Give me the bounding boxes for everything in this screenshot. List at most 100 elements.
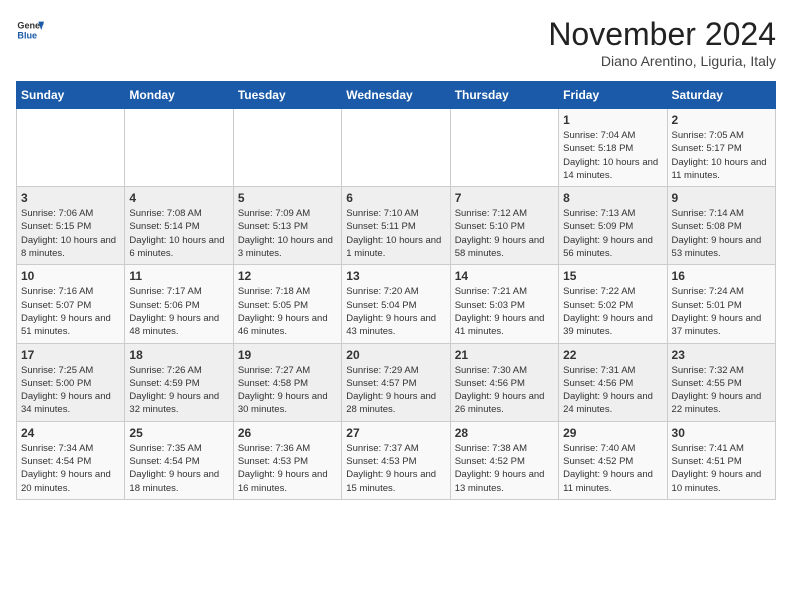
day-info: Sunrise: 7:04 AM Sunset: 5:18 PM Dayligh…: [563, 129, 662, 182]
day-of-week-header: Friday: [559, 82, 667, 109]
day-info: Sunrise: 7:18 AM Sunset: 5:05 PM Dayligh…: [238, 285, 337, 338]
day-number: 13: [346, 269, 445, 283]
calendar-table: SundayMondayTuesdayWednesdayThursdayFrid…: [16, 81, 776, 500]
day-number: 18: [129, 348, 228, 362]
day-info: Sunrise: 7:40 AM Sunset: 4:52 PM Dayligh…: [563, 442, 662, 495]
calendar-day-cell: 12 Sunrise: 7:18 AM Sunset: 5:05 PM Dayli…: [233, 265, 341, 343]
calendar-day-cell: 14 Sunrise: 7:21 AM Sunset: 5:03 PM Dayli…: [450, 265, 558, 343]
day-number: 20: [346, 348, 445, 362]
day-info: Sunrise: 7:12 AM Sunset: 5:10 PM Dayligh…: [455, 207, 554, 260]
day-of-week-header: Tuesday: [233, 82, 341, 109]
day-number: 24: [21, 426, 120, 440]
calendar-day-cell: 9Sunrise: 7:14 AM Sunset: 5:08 PM Daylig…: [667, 187, 775, 265]
day-of-week-header: Wednesday: [342, 82, 450, 109]
calendar-day-cell: 26 Sunrise: 7:36 AM Sunset: 4:53 PM Dayli…: [233, 421, 341, 499]
calendar-day-cell: 27 Sunrise: 7:37 AM Sunset: 4:53 PM Dayli…: [342, 421, 450, 499]
calendar-day-cell: 6 Sunrise: 7:10 AM Sunset: 5:11 PM Daylig…: [342, 187, 450, 265]
day-info: Sunrise: 7:38 AM Sunset: 4:52 PM Dayligh…: [455, 442, 554, 495]
day-number: 28: [455, 426, 554, 440]
day-info: Sunrise: 7:10 AM Sunset: 5:11 PM Dayligh…: [346, 207, 445, 260]
day-info: Sunrise: 7:25 AM Sunset: 5:00 PM Dayligh…: [21, 364, 120, 417]
calendar-day-cell: 24 Sunrise: 7:34 AM Sunset: 4:54 PM Dayli…: [17, 421, 125, 499]
day-number: 23: [672, 348, 771, 362]
day-number: 27: [346, 426, 445, 440]
day-info: Sunrise: 7:27 AM Sunset: 4:58 PM Dayligh…: [238, 364, 337, 417]
calendar-day-cell: 2 Sunrise: 7:05 AM Sunset: 5:17 PM Daylig…: [667, 109, 775, 187]
day-number: 1: [563, 113, 662, 127]
day-info: Sunrise: 7:21 AM Sunset: 5:03 PM Dayligh…: [455, 285, 554, 338]
logo: General Blue: [16, 16, 44, 44]
day-info: Sunrise: 7:37 AM Sunset: 4:53 PM Dayligh…: [346, 442, 445, 495]
day-number: 29: [563, 426, 662, 440]
calendar-week-row: 24 Sunrise: 7:34 AM Sunset: 4:54 PM Dayli…: [17, 421, 776, 499]
day-info: Sunrise: 7:09 AM Sunset: 5:13 PM Dayligh…: [238, 207, 337, 260]
day-info: Sunrise: 7:30 AM Sunset: 4:56 PM Dayligh…: [455, 364, 554, 417]
day-info: Sunrise: 7:31 AM Sunset: 4:56 PM Dayligh…: [563, 364, 662, 417]
day-info: Sunrise: 7:34 AM Sunset: 4:54 PM Dayligh…: [21, 442, 120, 495]
calendar-header-row: SundayMondayTuesdayWednesdayThursdayFrid…: [17, 82, 776, 109]
day-info: Sunrise: 7:41 AM Sunset: 4:51 PM Dayligh…: [672, 442, 771, 495]
calendar-day-cell: 21Sunrise: 7:30 AM Sunset: 4:56 PM Dayli…: [450, 343, 558, 421]
calendar-day-cell: 11 Sunrise: 7:17 AM Sunset: 5:06 PM Dayli…: [125, 265, 233, 343]
day-number: 14: [455, 269, 554, 283]
calendar-day-cell: [125, 109, 233, 187]
calendar-day-cell: 30 Sunrise: 7:41 AM Sunset: 4:51 PM Dayli…: [667, 421, 775, 499]
calendar-week-row: 1 Sunrise: 7:04 AM Sunset: 5:18 PM Daylig…: [17, 109, 776, 187]
logo-icon: General Blue: [16, 16, 44, 44]
calendar-day-cell: [17, 109, 125, 187]
day-info: Sunrise: 7:17 AM Sunset: 5:06 PM Dayligh…: [129, 285, 228, 338]
title-area: November 2024 Diano Arentino, Liguria, I…: [548, 16, 776, 69]
day-of-week-header: Monday: [125, 82, 233, 109]
svg-text:Blue: Blue: [17, 30, 37, 40]
calendar-day-cell: 25 Sunrise: 7:35 AM Sunset: 4:54 PM Dayli…: [125, 421, 233, 499]
day-info: Sunrise: 7:20 AM Sunset: 5:04 PM Dayligh…: [346, 285, 445, 338]
calendar-day-cell: 3Sunrise: 7:06 AM Sunset: 5:15 PM Daylig…: [17, 187, 125, 265]
day-info: Sunrise: 7:16 AM Sunset: 5:07 PM Dayligh…: [21, 285, 120, 338]
day-number: 11: [129, 269, 228, 283]
day-of-week-header: Sunday: [17, 82, 125, 109]
calendar-week-row: 3Sunrise: 7:06 AM Sunset: 5:15 PM Daylig…: [17, 187, 776, 265]
calendar-day-cell: 15 Sunrise: 7:22 AM Sunset: 5:02 PM Dayli…: [559, 265, 667, 343]
day-info: Sunrise: 7:08 AM Sunset: 5:14 PM Dayligh…: [129, 207, 228, 260]
month-title: November 2024: [548, 16, 776, 53]
day-info: Sunrise: 7:26 AM Sunset: 4:59 PM Dayligh…: [129, 364, 228, 417]
day-number: 15: [563, 269, 662, 283]
calendar-day-cell: 19 Sunrise: 7:27 AM Sunset: 4:58 PM Dayli…: [233, 343, 341, 421]
calendar-day-cell: 7 Sunrise: 7:12 AM Sunset: 5:10 PM Daylig…: [450, 187, 558, 265]
day-number: 7: [455, 191, 554, 205]
calendar-week-row: 10 Sunrise: 7:16 AM Sunset: 5:07 PM Dayli…: [17, 265, 776, 343]
day-info: Sunrise: 7:22 AM Sunset: 5:02 PM Dayligh…: [563, 285, 662, 338]
day-info: Sunrise: 7:36 AM Sunset: 4:53 PM Dayligh…: [238, 442, 337, 495]
day-number: 10: [21, 269, 120, 283]
day-info: Sunrise: 7:05 AM Sunset: 5:17 PM Dayligh…: [672, 129, 771, 182]
day-number: 9: [672, 191, 771, 205]
calendar-week-row: 17 Sunrise: 7:25 AM Sunset: 5:00 PM Dayli…: [17, 343, 776, 421]
day-info: Sunrise: 7:13 AM Sunset: 5:09 PM Dayligh…: [563, 207, 662, 260]
day-of-week-header: Saturday: [667, 82, 775, 109]
day-number: 30: [672, 426, 771, 440]
day-number: 17: [21, 348, 120, 362]
day-number: 26: [238, 426, 337, 440]
day-number: 2: [672, 113, 771, 127]
day-of-week-header: Thursday: [450, 82, 558, 109]
day-number: 25: [129, 426, 228, 440]
calendar-day-cell: [342, 109, 450, 187]
day-number: 3: [21, 191, 120, 205]
calendar-day-cell: 1 Sunrise: 7:04 AM Sunset: 5:18 PM Daylig…: [559, 109, 667, 187]
day-info: Sunrise: 7:24 AM Sunset: 5:01 PM Dayligh…: [672, 285, 771, 338]
calendar-day-cell: 28 Sunrise: 7:38 AM Sunset: 4:52 PM Dayli…: [450, 421, 558, 499]
calendar-day-cell: 13 Sunrise: 7:20 AM Sunset: 5:04 PM Dayli…: [342, 265, 450, 343]
calendar-day-cell: 23Sunrise: 7:32 AM Sunset: 4:55 PM Dayli…: [667, 343, 775, 421]
calendar-day-cell: 29 Sunrise: 7:40 AM Sunset: 4:52 PM Dayli…: [559, 421, 667, 499]
location-subtitle: Diano Arentino, Liguria, Italy: [548, 53, 776, 69]
day-number: 19: [238, 348, 337, 362]
calendar-day-cell: 17 Sunrise: 7:25 AM Sunset: 5:00 PM Dayli…: [17, 343, 125, 421]
calendar-day-cell: [233, 109, 341, 187]
day-number: 12: [238, 269, 337, 283]
page-header: General Blue November 2024 Diano Arentin…: [16, 16, 776, 69]
day-number: 6: [346, 191, 445, 205]
day-number: 5: [238, 191, 337, 205]
day-info: Sunrise: 7:35 AM Sunset: 4:54 PM Dayligh…: [129, 442, 228, 495]
calendar-day-cell: 22Sunrise: 7:31 AM Sunset: 4:56 PM Dayli…: [559, 343, 667, 421]
calendar-day-cell: 20Sunrise: 7:29 AM Sunset: 4:57 PM Dayli…: [342, 343, 450, 421]
